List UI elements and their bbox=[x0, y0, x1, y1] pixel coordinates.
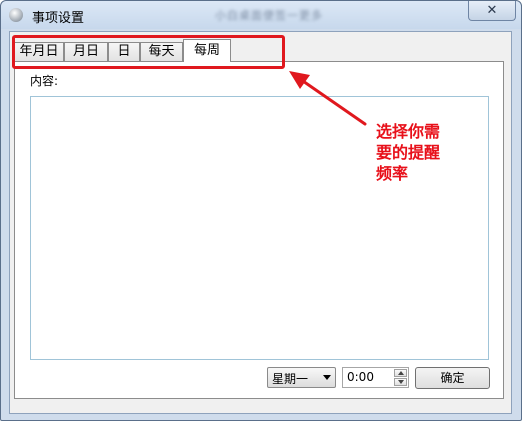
annotation-highlight-box bbox=[12, 35, 285, 69]
close-button[interactable]: ✕ bbox=[468, 1, 516, 21]
chevron-down-icon bbox=[323, 375, 331, 380]
spin-up-icon bbox=[398, 371, 404, 375]
time-input[interactable]: 0:00 bbox=[342, 367, 409, 388]
time-value: 0:00 bbox=[347, 370, 374, 384]
spin-down-button[interactable] bbox=[394, 378, 407, 386]
title-bar[interactable]: 事项设置 小白桌面便签一更多 ✕ bbox=[1, 1, 521, 29]
confirm-button[interactable]: 确定 bbox=[415, 367, 490, 389]
window-title: 事项设置 bbox=[32, 11, 85, 26]
content-label: 内容: bbox=[30, 74, 59, 88]
annotation-callout-text: 选择你需要的提醒频率 bbox=[376, 122, 441, 183]
spin-down-icon bbox=[398, 380, 404, 384]
close-icon: ✕ bbox=[486, 3, 498, 18]
weekday-value: 星期一 bbox=[272, 372, 309, 386]
spin-up-button[interactable] bbox=[394, 369, 407, 377]
time-spinner bbox=[394, 369, 407, 386]
app-icon bbox=[9, 8, 23, 22]
weekday-dropdown[interactable]: 星期一 bbox=[267, 367, 336, 388]
window-subtitle-obscured: 小白桌面便签一更多 bbox=[215, 9, 323, 22]
